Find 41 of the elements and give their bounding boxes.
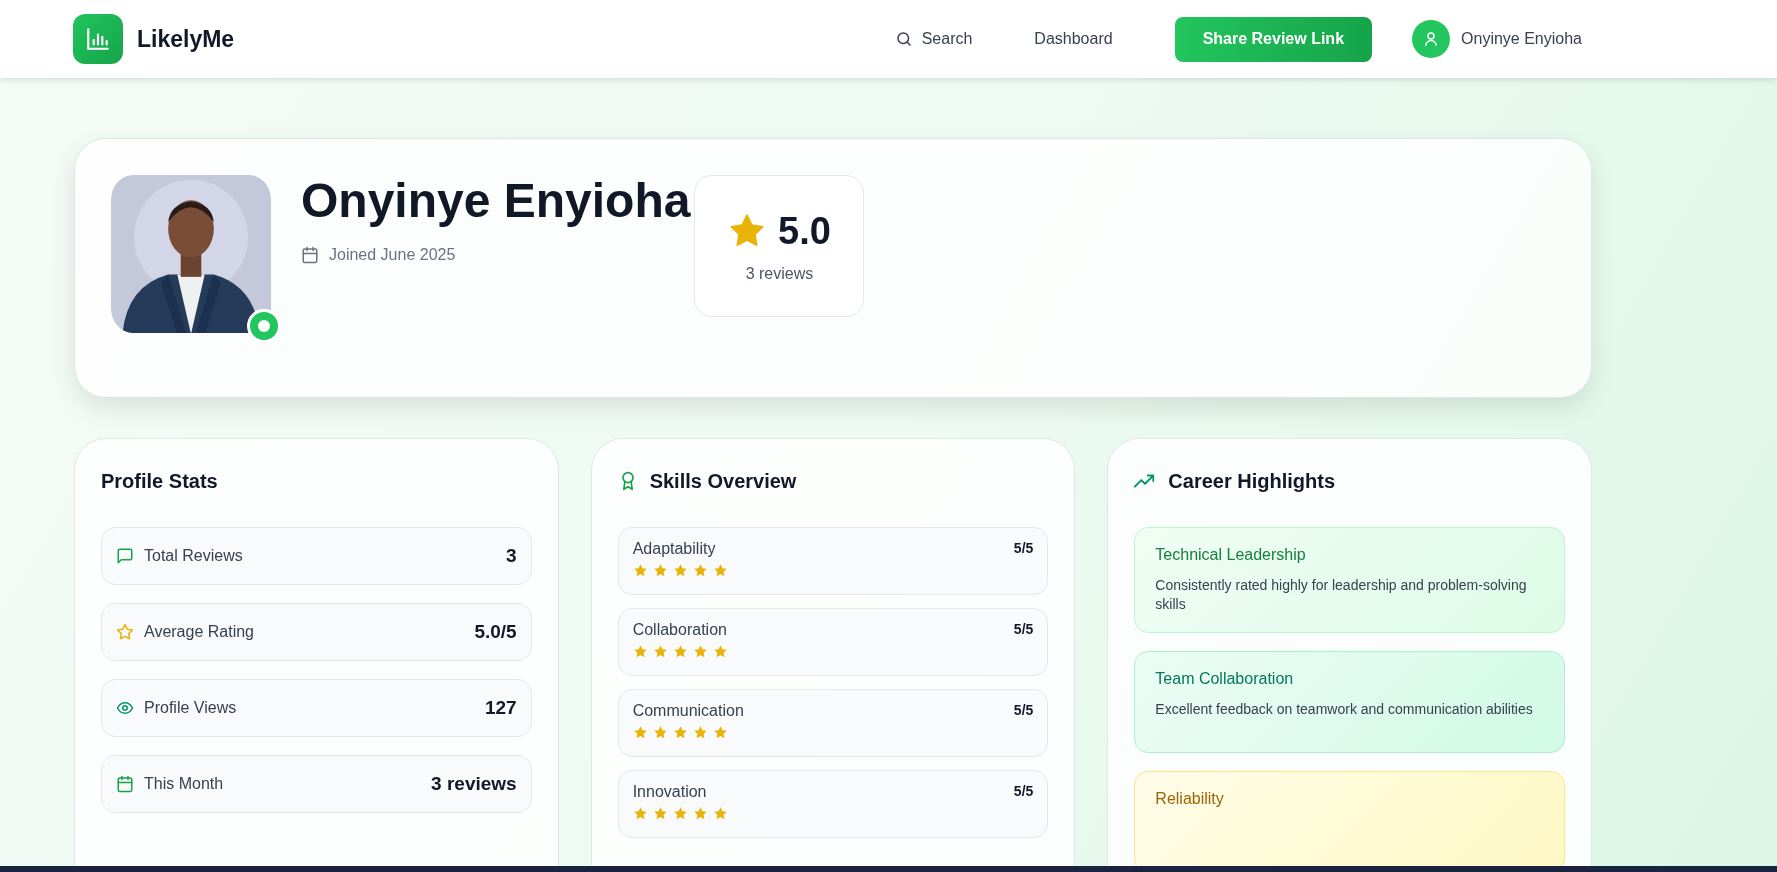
stat-label: Profile Views	[144, 699, 238, 717]
nav-link[interactable]: Search	[921, 30, 973, 48]
brand-name[interactable]: LikelyMe	[137, 25, 235, 53]
stat-value: 3	[506, 545, 517, 567]
review-count: 3 reviews	[745, 264, 814, 283]
skill-name: Collaboration	[632, 621, 727, 639]
skill-score: 5/5	[1013, 702, 1034, 720]
calendar-icon	[301, 245, 319, 264]
highlight-title: Technical Leadership	[1155, 546, 1307, 564]
card-title: Skills Overview	[649, 469, 797, 493]
trending-up-icon	[1134, 473, 1157, 489]
stat-value: 5.0/5	[474, 621, 517, 643]
logo-icon[interactable]	[73, 14, 123, 64]
joined-date: Joined June 2025	[329, 245, 456, 264]
highlight-description: Excellent feedback on teamwork and communication abilities	[1155, 699, 1534, 719]
highlight-description: Consistently rated highly for leadership and problem-solving skills	[1155, 576, 1528, 614]
stat-label: Total Reviews	[144, 547, 244, 565]
nav-link[interactable]: Dashboard	[1034, 30, 1113, 48]
user-avatar-icon[interactable]	[1412, 20, 1451, 58]
skill-score: 5/5	[1013, 540, 1034, 558]
stat-value: 3 reviews	[431, 773, 517, 795]
skill-score: 5/5	[1013, 783, 1034, 801]
card-title: Career Highlights	[1168, 469, 1336, 493]
stat-label: This Month	[144, 775, 225, 793]
skill-name: Adaptability	[632, 540, 716, 558]
skill-name: Communication	[632, 702, 744, 720]
search-icon	[894, 30, 913, 48]
profile-name: Onyinye Enyioha	[301, 175, 691, 228]
stat-value: 127	[484, 697, 517, 719]
skill-score: 5/5	[1013, 621, 1034, 639]
calendar-icon	[116, 775, 134, 793]
card-title: Profile Stats	[101, 469, 218, 493]
message-icon	[116, 547, 134, 565]
highlight-title: Team Collaboration	[1155, 669, 1295, 688]
stat-label: Average Rating	[144, 623, 255, 641]
eye-icon	[116, 699, 134, 717]
rating-value: 5.0	[778, 209, 831, 253]
star-icon	[116, 623, 134, 641]
highlight-title: Reliability	[1155, 789, 1225, 808]
user-name[interactable]: Onyinye Enyioha	[1461, 30, 1582, 48]
skill-name: Innovation	[632, 783, 707, 801]
